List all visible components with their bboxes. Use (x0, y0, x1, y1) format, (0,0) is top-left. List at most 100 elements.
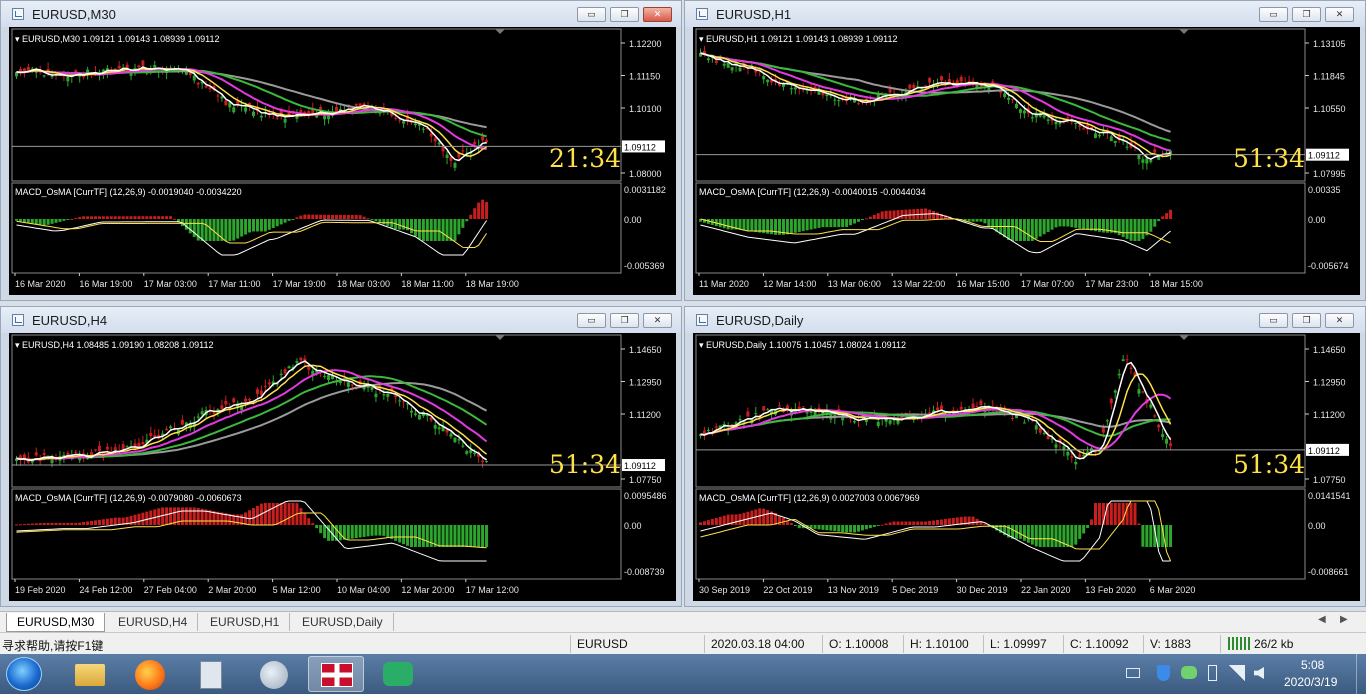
osma-histogram-bar (1026, 525, 1030, 543)
close-button[interactable]: ✕ (643, 313, 672, 328)
chart-window-daily[interactable]: EURUSD,Daily ▭ ❐ ✕ 1.14650 1.12950 1.11200… (684, 306, 1366, 607)
chart-window-m30[interactable]: EURUSD,M30 ▭ ❐ ✕ 1.12200 1.11150 1.10100 1.… (0, 0, 682, 301)
chart-canvas[interactable]: 1.12200 1.11150 1.10100 1.08000 1.09112 ▾ EUR… (9, 27, 676, 295)
status-volume: V: 1883 (1150, 637, 1191, 651)
window-titlebar[interactable]: EURUSD,H4 ▭ ❐ ✕ (1, 307, 681, 333)
show-desktop-button[interactable] (1356, 654, 1366, 694)
candle-body (1141, 391, 1145, 393)
close-button[interactable]: ✕ (1325, 313, 1354, 328)
candle-body (259, 115, 263, 118)
taskbar-globe-app[interactable] (246, 656, 302, 692)
taskbar-file-explorer[interactable] (62, 656, 118, 692)
osma-histogram-bar (346, 214, 350, 219)
chart-window-h1[interactable]: EURUSD,H1 ▭ ❐ ✕ 1.13105 1.11845 1.10550 1.0… (684, 0, 1366, 301)
date-axis-label: 30 Sep 2019 (699, 585, 750, 595)
tray-shield-icon[interactable] (1157, 665, 1170, 681)
price-chart[interactable]: 1.14650 1.12950 1.11200 1.07750 1.09112 ▾ EUR… (693, 333, 1360, 601)
minimize-button[interactable]: ▭ (1259, 7, 1288, 22)
osma-histogram-bar (481, 199, 485, 219)
tab-scroll-left-icon[interactable]: ◀ (1318, 614, 1326, 625)
clock-time[interactable]: 5:08 (1301, 658, 1324, 672)
price-chart[interactable]: 1.13105 1.11845 1.10550 1.07995 1.09112 ▾ EUR… (693, 27, 1360, 295)
date-axis-label: 12 Mar 14:00 (763, 279, 816, 289)
tab-scroll-right-icon[interactable]: ▶ (1340, 614, 1348, 625)
current-price-label: 1.09112 (624, 142, 656, 152)
date-axis-label: 30 Dec 2019 (957, 585, 1008, 595)
osma-histogram-bar (1078, 525, 1082, 540)
restore-button[interactable]: ❐ (610, 313, 639, 328)
chart-canvas[interactable]: 1.13105 1.11845 1.10550 1.07995 1.09112 ▾ EUR… (693, 27, 1360, 295)
date-axis-label: 17 Mar 03:00 (144, 279, 197, 289)
minimize-button[interactable]: ▭ (1259, 313, 1288, 328)
tray-keyboard-icon[interactable] (1126, 668, 1140, 678)
symbol-info: ▾ EURUSD,M30 1.09121 1.09143 1.08939 1.0… (15, 34, 220, 44)
chart-canvas[interactable]: 1.14650 1.12950 1.11200 1.07750 1.09112 ▾ EUR… (693, 333, 1360, 601)
osma-histogram-bar (109, 216, 113, 219)
osma-histogram-bar (912, 209, 916, 219)
tray-wechat-icon[interactable] (1181, 666, 1197, 679)
restore-button[interactable]: ❐ (1292, 7, 1321, 22)
minimize-button[interactable]: ▭ (577, 7, 606, 22)
candle-body (358, 103, 362, 106)
osma-histogram-bar (746, 219, 750, 231)
osma-histogram-bar (101, 519, 105, 525)
price-scale-label: 1.14650 (1313, 345, 1346, 355)
taskbar-calculator[interactable] (184, 656, 240, 692)
close-button[interactable]: ✕ (1325, 7, 1354, 22)
osma-histogram-bar (1086, 525, 1090, 528)
candle-body (1125, 146, 1129, 148)
close-button[interactable]: ✕ (643, 7, 672, 22)
calculator-icon (200, 661, 222, 689)
candle-body (722, 63, 726, 66)
clock-date[interactable]: 2020/3/19 (1284, 675, 1337, 689)
tab-eurusd-m30[interactable]: EURUSD,M30 (6, 613, 106, 632)
osma-histogram-bar (169, 216, 173, 219)
osma-histogram-bar (888, 522, 892, 525)
candle-body (394, 117, 398, 119)
price-chart[interactable]: 1.14650 1.12950 1.11200 1.07750 1.09112 ▾ EUR… (9, 333, 676, 601)
date-axis-label: 17 Mar 07:00 (1021, 279, 1074, 289)
candle-body (1109, 398, 1113, 404)
osma-histogram-bar (78, 217, 82, 219)
window-title: EURUSD,H4 (32, 313, 108, 328)
restore-button[interactable]: ❐ (610, 7, 639, 22)
taskbar-mt4[interactable] (308, 656, 364, 692)
window-titlebar[interactable]: EURUSD,M30 ▭ ❐ ✕ (1, 1, 681, 27)
osma-histogram-bar (141, 216, 145, 219)
chart-window-h4[interactable]: EURUSD,H4 ▭ ❐ ✕ 1.14650 1.12950 1.11200 1.0… (0, 306, 682, 607)
window-title: EURUSD,H1 (716, 7, 792, 22)
minimize-button[interactable]: ▭ (577, 313, 606, 328)
start-orb-icon[interactable] (6, 657, 42, 691)
osma-histogram-bar (738, 513, 742, 525)
osma-histogram-bar (334, 214, 338, 219)
restore-button[interactable]: ❐ (1292, 313, 1321, 328)
price-chart[interactable]: 1.12200 1.11150 1.10100 1.08000 1.09112 ▾ EUR… (9, 27, 676, 295)
osma-histogram-bar (805, 219, 809, 231)
tray-network-icon[interactable] (1229, 665, 1245, 681)
taskbar-wechat[interactable] (370, 656, 426, 692)
osma-histogram-bar (398, 219, 402, 230)
ma-gray-line (16, 381, 488, 461)
osma-histogram-bar (793, 219, 797, 233)
ma-yellow-line (700, 373, 1172, 456)
tab-eurusd-daily[interactable]: EURUSD,Daily (292, 613, 394, 631)
tray-volume-icon[interactable] (1254, 667, 1264, 679)
osma-histogram-bar (86, 216, 90, 219)
tab-eurusd-h1[interactable]: EURUSD,H1 (200, 613, 291, 631)
chart-canvas[interactable]: 1.14650 1.12950 1.11200 1.07750 1.09112 ▾ EUR… (9, 333, 676, 601)
date-axis-label: 5 Dec 2019 (892, 585, 938, 595)
window-titlebar[interactable]: EURUSD,H1 ▭ ❐ ✕ (685, 1, 1365, 27)
tab-eurusd-h4[interactable]: EURUSD,H4 (108, 613, 199, 631)
candle-body (1153, 149, 1157, 153)
osma-histogram-bar (706, 520, 710, 525)
candle-body (413, 413, 417, 416)
ma-white-line (700, 361, 1172, 460)
osma-histogram-bar (1042, 219, 1046, 235)
candle-body (113, 68, 117, 70)
candle-body (461, 150, 465, 152)
osma-histogram-bar (841, 219, 845, 228)
osma-histogram-bar (378, 525, 382, 536)
tray-battery-icon[interactable] (1208, 665, 1217, 681)
window-titlebar[interactable]: EURUSD,Daily ▭ ❐ ✕ (685, 307, 1365, 333)
taskbar-firefox[interactable] (122, 656, 178, 692)
